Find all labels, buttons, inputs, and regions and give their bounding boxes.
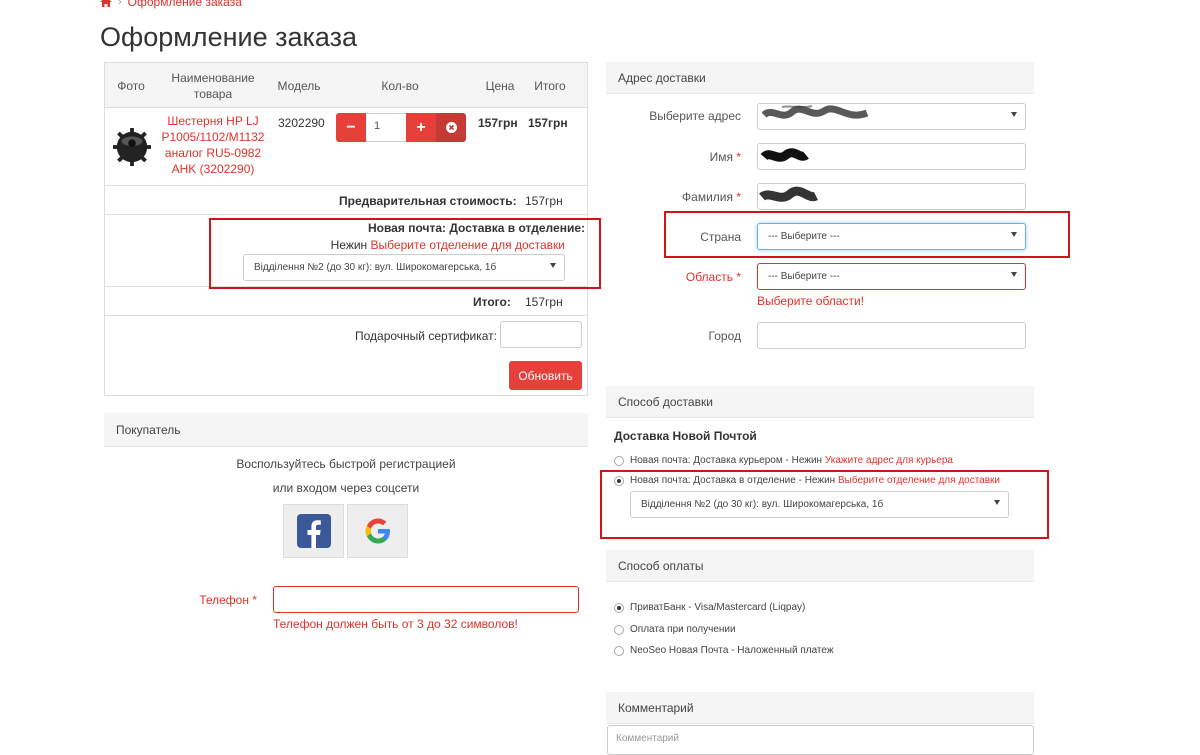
product-total: 157грн xyxy=(528,116,568,130)
region-label: Область * xyxy=(606,270,741,284)
highlight-box-country xyxy=(664,211,1070,258)
region-select-value: --- Выберите --- xyxy=(768,271,840,282)
redacted-address-scribble xyxy=(762,105,869,119)
product-model: 3202290 xyxy=(278,116,325,130)
delivery-panel-header: Способ доставки xyxy=(606,386,1034,418)
quantity-stepper: − 1 + xyxy=(336,113,466,142)
gift-label: Подарочный сертификат: xyxy=(355,329,497,343)
product-name-link[interactable]: Шестерня HP LJ P1005/1102/M1132 аналог R… xyxy=(157,113,269,177)
quantity-input[interactable]: 1 xyxy=(366,113,406,142)
payment-option-cod[interactable]: Оплата при получении xyxy=(614,624,736,635)
payment-option-neoseo[interactable]: NeoSeo Новая Почта - Наложенный платеж xyxy=(614,645,834,656)
payment-option-cod-text: Оплата при получении xyxy=(630,624,736,635)
region-error: Выберите области! xyxy=(757,294,865,308)
required-mark: * xyxy=(736,190,741,204)
plus-button[interactable]: + xyxy=(406,113,436,142)
col-total: Итого xyxy=(534,78,566,93)
phone-error: Телефон должен быть от 3 до 32 символов! xyxy=(273,617,518,631)
radio-cod[interactable] xyxy=(614,624,624,635)
highlight-box-cart xyxy=(209,218,601,289)
comment-placeholder: Комментарий xyxy=(616,733,679,744)
subtotal-row: Предварительная стоимость: 157грн xyxy=(105,186,587,215)
city-input[interactable] xyxy=(757,322,1026,349)
first-name-label: Имя * xyxy=(606,150,741,164)
delivery-option-courier-text: Новая почта: Доставка курьером - Нежин xyxy=(630,455,823,466)
buyer-panel-header: Покупатель xyxy=(104,413,588,447)
payment-option-privatbank[interactable]: ПриватБанк - Visa/Mastercard (Liqpay) xyxy=(614,602,805,613)
phone-label: Телефон * xyxy=(150,593,257,607)
breadcrumb-separator: › xyxy=(118,0,122,8)
required-mark: * xyxy=(736,150,741,164)
highlight-box-delivery xyxy=(600,470,1049,539)
breadcrumb-current[interactable]: Оформление заказа xyxy=(128,0,242,9)
col-model: Модель xyxy=(277,78,321,93)
last-name-label: Фамилия * xyxy=(606,190,741,204)
col-price: Цена xyxy=(485,78,515,93)
breadcrumb: › Оформление заказа xyxy=(100,0,242,9)
gift-row: Подарочный сертификат: xyxy=(105,316,587,356)
facebook-icon xyxy=(296,514,331,548)
region-select[interactable]: --- Выберите --- xyxy=(757,263,1026,290)
delivery-group-title: Доставка Новой Почтой xyxy=(614,429,757,443)
chevron-down-icon xyxy=(1011,112,1017,117)
redacted-last-name-scribble xyxy=(759,186,819,202)
subtotal-label: Предварительная стоимость: xyxy=(339,194,517,208)
remove-button[interactable] xyxy=(436,113,466,142)
facebook-login-button[interactable] xyxy=(283,504,344,558)
radio-courier[interactable] xyxy=(614,455,624,466)
minus-button[interactable]: − xyxy=(336,113,366,142)
radio-neoseo[interactable] xyxy=(614,645,624,656)
google-login-button[interactable] xyxy=(347,504,408,558)
cart-item-row: Шестерня HP LJ P1005/1102/M1132 аналог R… xyxy=(105,108,587,186)
total-value: 157грн xyxy=(525,295,563,309)
required-mark: * xyxy=(252,593,257,607)
payment-panel-header: Способ оплаты xyxy=(606,550,1034,582)
col-name: Наименование товара xyxy=(171,70,255,101)
first-name-label-text: Имя xyxy=(709,150,733,164)
required-mark: * xyxy=(736,270,741,284)
chevron-down-icon xyxy=(1011,272,1017,277)
col-qty: Кол-во xyxy=(381,78,419,93)
col-photo: Фото xyxy=(117,78,145,93)
total-row: Итого: 157грн xyxy=(105,287,587,316)
update-button[interactable]: Обновить xyxy=(509,361,582,390)
city-label: Город xyxy=(708,329,741,343)
comment-textarea[interactable]: Комментарий xyxy=(607,725,1034,755)
product-price: 157грн xyxy=(478,116,518,130)
buyer-register-text: Воспользуйтесь быстрой регистрацией xyxy=(236,457,456,471)
payment-option-privatbank-text: ПриватБанк - Visa/Mastercard (Liqpay) xyxy=(630,602,806,613)
phone-input[interactable] xyxy=(273,586,579,613)
home-icon[interactable] xyxy=(100,0,112,7)
remove-icon xyxy=(445,122,457,133)
region-label-text: Область xyxy=(685,270,733,284)
courier-address-link[interactable]: Укажите адрес для курьера xyxy=(825,455,953,466)
delivery-option-courier[interactable]: Новая почта: Доставка курьером - Нежин У… xyxy=(614,455,953,466)
product-image[interactable] xyxy=(113,128,151,166)
gift-certificate-input[interactable] xyxy=(500,321,582,348)
total-label: Итого: xyxy=(473,295,511,309)
address-panel-header: Адрес доставки xyxy=(606,62,1034,94)
comment-panel-header: Комментарий xyxy=(606,692,1034,724)
cart-header-row: Фото Наименование товара Модель Кол-во Ц… xyxy=(105,63,587,108)
last-name-label-text: Фамилия xyxy=(682,190,733,204)
buyer-social-text: или входом через соцсети xyxy=(272,481,420,495)
payment-option-neoseo-text: NeoSeo Новая Почта - Наложенный платеж xyxy=(630,645,834,656)
phone-label-text: Телефон xyxy=(199,593,249,607)
subtotal-value: 157грн xyxy=(525,194,563,208)
page-title: Оформление заказа xyxy=(100,22,358,52)
google-icon xyxy=(365,518,390,544)
radio-privatbank[interactable] xyxy=(614,602,624,613)
address-select-label: Выберите адрес xyxy=(649,109,741,123)
redacted-first-name-scribble xyxy=(760,148,809,162)
